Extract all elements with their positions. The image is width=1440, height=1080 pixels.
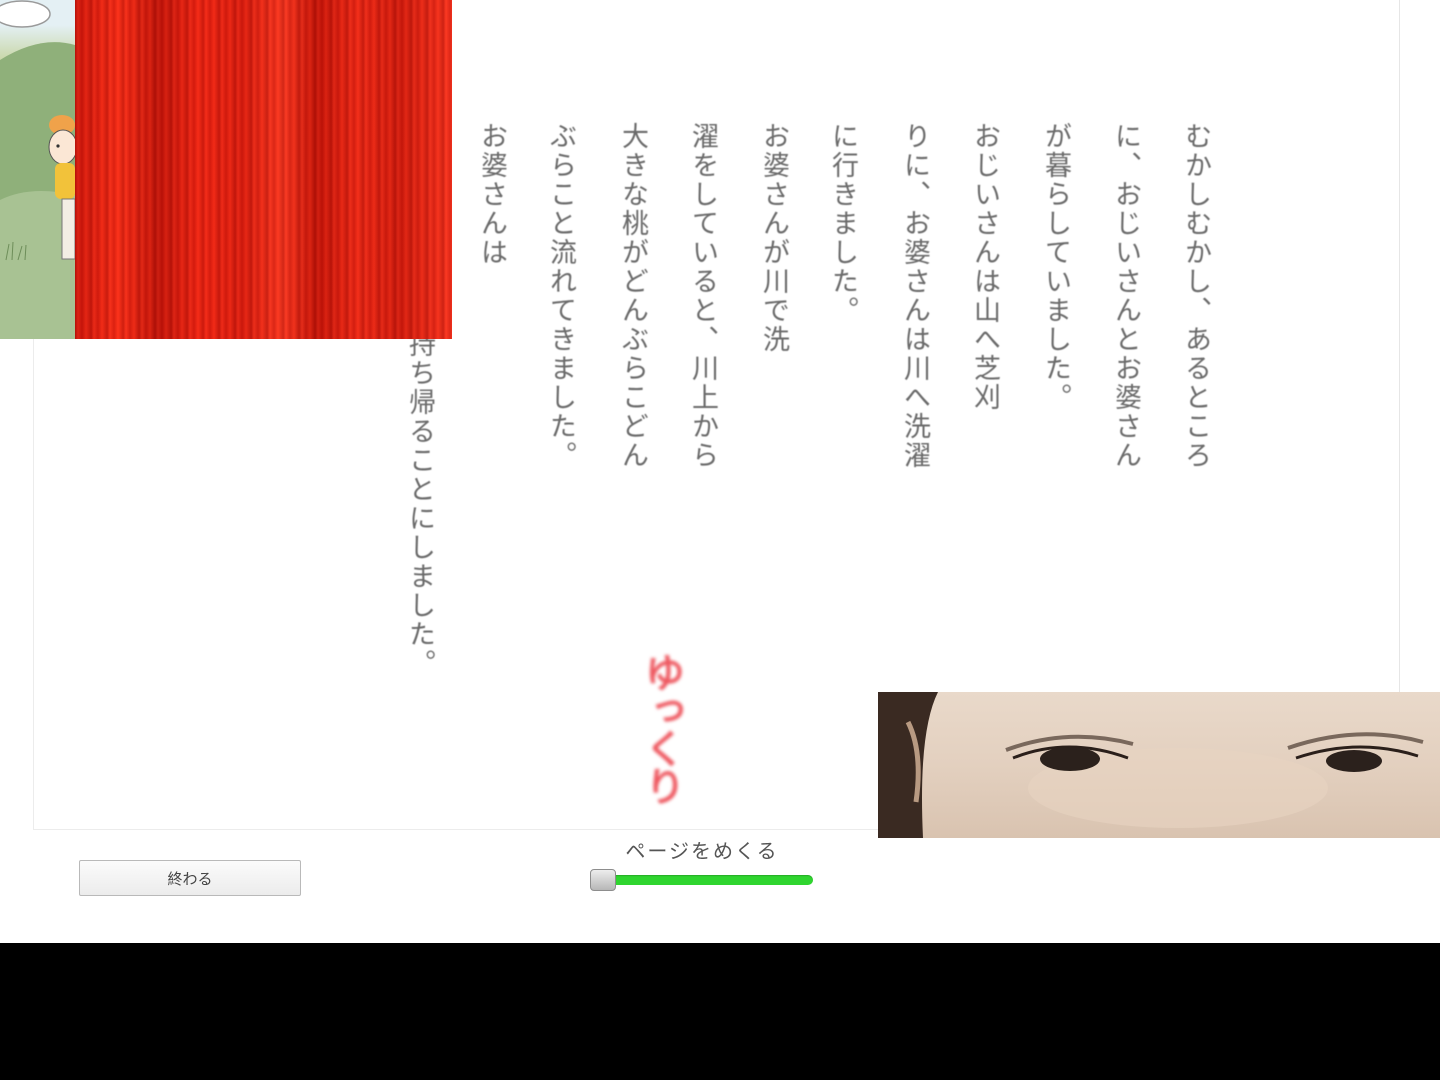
story-text-column: ぶらこと流れてきました。 — [545, 122, 576, 470]
story-text-column: むかしむかし、あるところ — [1180, 122, 1211, 470]
story-text-column: 大きな桃がどんぶらこどん — [617, 122, 648, 470]
stage-curtain — [75, 0, 452, 339]
story-text-column: が暮らしていました。 — [1040, 122, 1071, 412]
page-turn-slider-thumb[interactable] — [590, 869, 616, 891]
reading-pace-indicator: ゆっくり — [638, 652, 684, 804]
page-turn-slider[interactable] — [590, 868, 814, 892]
webcam-preview — [878, 692, 1440, 838]
page-turn-slider-track[interactable] — [600, 875, 813, 885]
story-illustration — [0, 0, 75, 339]
webcam-face-image — [878, 692, 1424, 838]
exit-button[interactable]: 終わる — [79, 860, 301, 896]
story-text-column: お婆さんは — [476, 122, 507, 267]
story-text-column-partially-hidden: 持ち帰ることにしました。 — [404, 330, 435, 678]
story-text-column: おじいさんは山へ芝刈 — [969, 122, 1000, 412]
reading-app: むかしむかし、あるところ に、おじいさんとお婆さん が暮らしていました。 おじい… — [0, 0, 1440, 943]
letterbox-bar — [0, 943, 1440, 1080]
story-text-column: りに、お婆さんは川へ洗濯 — [899, 122, 930, 470]
story-text-column: に行きました。 — [827, 122, 858, 325]
story-text-column: に、おじいさんとお婆さん — [1110, 122, 1141, 470]
story-text-column: お婆さんが川で洗 — [758, 122, 789, 354]
illustration-image — [0, 0, 75, 339]
page-turn-label: ページをめくる — [625, 839, 779, 863]
story-text-column: 濯をしていると、川上から — [687, 122, 718, 470]
